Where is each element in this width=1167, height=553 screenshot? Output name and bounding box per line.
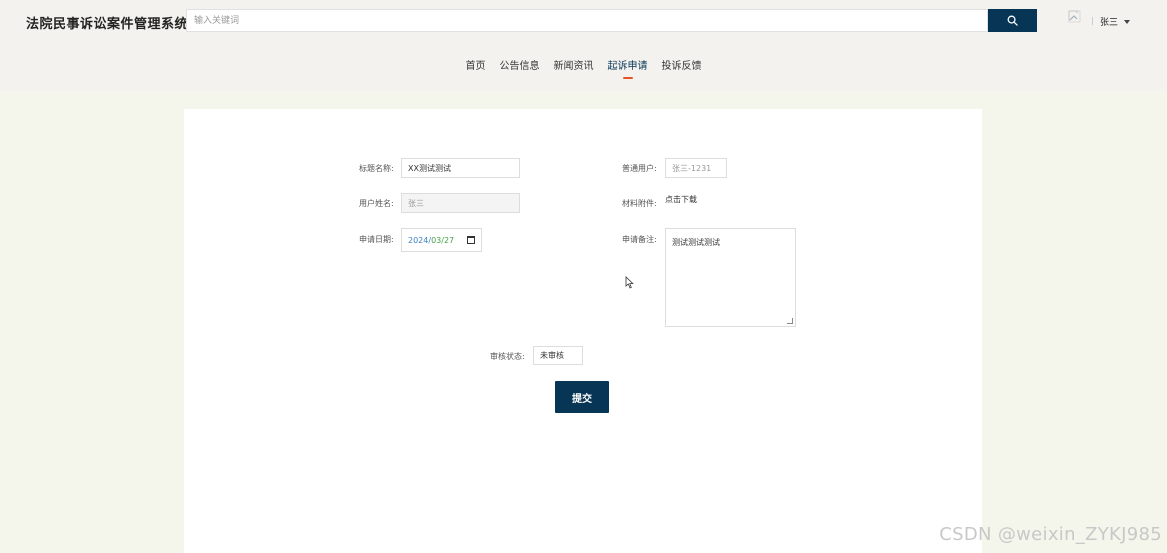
name-value: 张三 xyxy=(408,198,424,208)
main-nav: 首页 公告信息 新闻资讯 起诉申请 投诉反馈 xyxy=(0,57,1167,79)
user-label: 普通用户: xyxy=(622,164,657,173)
calendar-icon[interactable] xyxy=(467,236,475,244)
header-bar: 法院民事诉讼案件管理系统 张三 首页 公告信息 新闻资讯 起诉申请 投诉反馈 xyxy=(0,0,1167,91)
mouse-cursor-icon xyxy=(625,276,634,289)
watermark-text: CSDN @weixin_ZYKJ985 xyxy=(939,524,1162,545)
note-value: 测试测试测试 xyxy=(672,238,720,247)
attachment-label: 材料附件: xyxy=(622,199,657,208)
resize-handle-icon[interactable] xyxy=(787,318,793,324)
user-menu[interactable]: 张三 xyxy=(1100,15,1131,28)
app-title: 法院民事诉讼案件管理系统 xyxy=(26,17,189,32)
nav-item-feedback[interactable]: 投诉反馈 xyxy=(662,57,702,72)
status-field: 未审核 xyxy=(533,346,583,365)
note-textarea[interactable]: 测试测试测试 xyxy=(665,228,796,327)
form-card: 标题名称: XX测试测试 普通用户: 张三-1231 用户姓名: 张三 材料附件… xyxy=(184,109,982,553)
search-button[interactable] xyxy=(988,9,1037,32)
status-value: 未审核 xyxy=(540,351,564,360)
download-link[interactable]: 点击下载 xyxy=(665,194,697,205)
user-input: 张三-1231 xyxy=(665,158,727,178)
nav-item-announcements[interactable]: 公告信息 xyxy=(500,57,540,72)
user-value: 张三-1231 xyxy=(672,163,712,173)
name-input: 张三 xyxy=(401,193,520,213)
date-month: 03 xyxy=(431,235,442,245)
broken-image-icon xyxy=(1068,10,1081,23)
nav-item-home[interactable]: 首页 xyxy=(466,57,486,72)
submit-button[interactable]: 提交 xyxy=(555,381,609,413)
date-label: 申请日期: xyxy=(359,235,394,244)
status-label: 审核状态: xyxy=(490,352,525,361)
search-icon xyxy=(1007,15,1018,26)
name-label: 用户姓名: xyxy=(359,199,394,208)
date-year: 2024 xyxy=(408,235,429,245)
title-value: XX测试测试 xyxy=(408,163,451,173)
note-label: 申请备注: xyxy=(622,235,657,244)
title-input[interactable]: XX测试测试 xyxy=(401,158,520,178)
nav-item-news[interactable]: 新闻资讯 xyxy=(554,57,594,72)
nav-item-lawsuit-application[interactable]: 起诉申请 xyxy=(608,57,648,79)
user-name: 张三 xyxy=(1100,18,1119,28)
title-label: 标题名称: xyxy=(359,164,394,173)
search-input[interactable] xyxy=(186,9,988,32)
date-input[interactable]: 2024/03/27 xyxy=(401,228,482,252)
date-day: 27 xyxy=(443,235,455,245)
avatar[interactable] xyxy=(1068,9,1086,31)
user-divider xyxy=(1092,17,1093,25)
chevron-down-icon xyxy=(1124,19,1131,24)
